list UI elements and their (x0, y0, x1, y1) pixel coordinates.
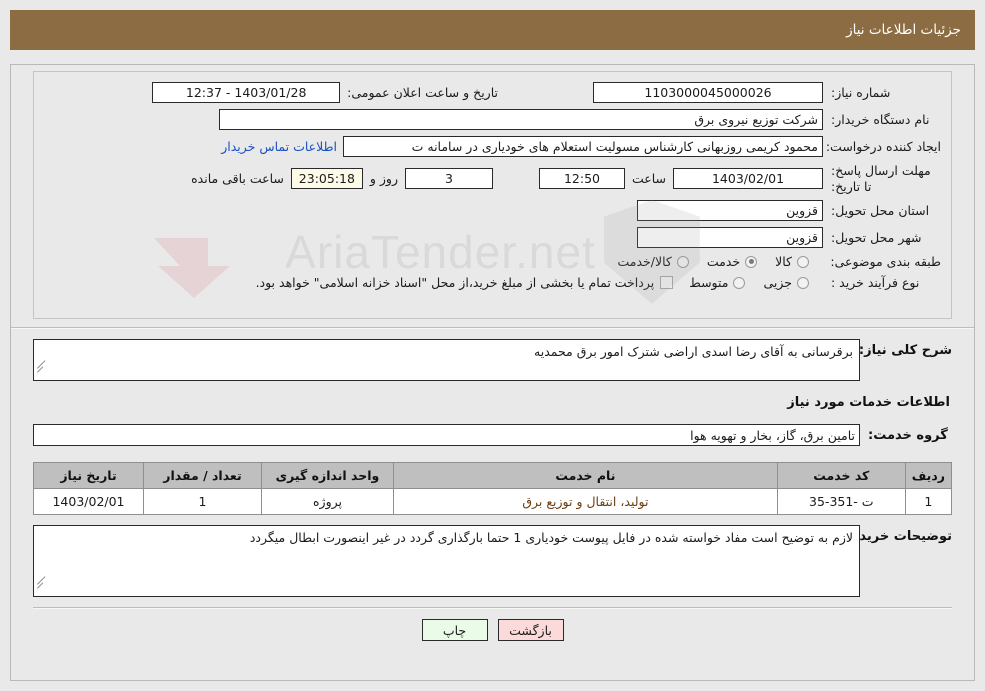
category-label: طبقه بندی موضوعی: (830, 254, 941, 270)
province-field[interactable]: قزوین (637, 200, 823, 222)
row-purchase-process: نوع فرآیند خرید : جزیی متوسط پرداخت تمام… (34, 275, 951, 290)
days-label: روز و (369, 171, 398, 187)
radio-kala-icon[interactable] (797, 255, 809, 268)
buyer-notes-label: توضیحات خریدار: (842, 529, 952, 544)
back-button[interactable]: بازگشت (497, 619, 564, 641)
radio-khedmat-icon[interactable] (745, 255, 758, 268)
th-quantity: تعداد / مقدار (143, 462, 262, 489)
th-row-no: ردیف (904, 462, 953, 489)
buyer-org-field[interactable]: شرکت توزیع نیروی برق (219, 109, 823, 130)
th-need-date: تاریخ نیاز (33, 462, 144, 489)
resize-grip-icon[interactable] (37, 360, 47, 378)
countdown-field[interactable]: 23:05:18 (290, 168, 363, 190)
category-label-kala: کالا (775, 254, 792, 270)
services-section-heading: اطلاعات خدمات مورد نیاز (787, 395, 950, 410)
treasury-bonds-checkbox[interactable] (660, 276, 674, 290)
page-root: AriaTender.net جزئیات اطلاعات نیاز شماره… (0, 0, 985, 691)
cell-need-date: 1403/02/01 (33, 488, 144, 515)
deadline-time-field[interactable]: 12:50 (538, 168, 625, 190)
buyer-notes-textarea[interactable]: لازم به توضیح است مفاد خواسته شده در فای… (33, 525, 860, 597)
creator-label: ایجاد کننده درخواست: (825, 139, 941, 154)
process-option-jozei[interactable]: جزیی (763, 275, 823, 290)
th-service-code: کد خدمت (776, 462, 906, 489)
description-textarea[interactable]: برقرسانی به آقای رضا اسدی اراضی شترک امو… (33, 339, 860, 381)
need-info-fieldset: شماره نیاز: 1103000045000026 تاریخ و ساع… (33, 71, 952, 319)
services-table: ردیف کد خدمت نام خدمت واحد اندازه گیری ت… (33, 462, 953, 515)
announce-date-label: تاریخ و ساعت اعلان عمومی: (347, 85, 498, 100)
category-option-kala[interactable]: کالا (775, 254, 823, 269)
print-button[interactable]: چاپ (421, 619, 488, 641)
page-title: جزئیات اطلاعات نیاز (846, 22, 961, 38)
row-general-description: شرح کلی نیاز: برقرسانی به آقای رضا اسدی … (33, 339, 952, 381)
row-buyer-notes: توضیحات خریدار: لازم به توضیح است مفاد خ… (33, 525, 952, 597)
row-need-number: شماره نیاز: 1103000045000026 تاریخ و ساع… (34, 82, 951, 103)
process-label: نوع فرآیند خرید : (831, 275, 920, 291)
service-group-label: گروه خدمت: (868, 427, 948, 443)
row-request-creator: ایجاد کننده درخواست: محمود کریمی روزبهان… (34, 136, 951, 157)
creator-field[interactable]: محمود کریمی روزبهانی کارشناس مسولیت استع… (343, 136, 823, 157)
row-response-deadline: مهلت ارسال پاسخ: تا تاریخ: 1403/02/01 سا… (34, 163, 951, 194)
need-number-label: شماره نیاز: (831, 85, 891, 100)
th-unit: واحد اندازه گیری (261, 462, 394, 489)
row-delivery-province: استان محل تحویل: قزوین (34, 200, 951, 222)
deadline-date-field[interactable]: 1403/02/01 (673, 168, 823, 190)
radio-kala-khedmat-icon[interactable] (676, 255, 689, 268)
need-number-field[interactable]: 1103000045000026 (593, 82, 823, 103)
description-label: شرح کلی نیاز: (858, 343, 952, 358)
lower-content: شرح کلی نیاز: برقرسانی به آقای رضا اسدی … (11, 339, 974, 641)
city-field[interactable]: قزوین (637, 227, 823, 249)
row-service-group: گروه خدمت: تامین برق، گاز، بخار و تهویه … (33, 424, 952, 446)
main-panel: شماره نیاز: 1103000045000026 تاریخ و ساع… (10, 64, 975, 681)
radio-jozei-icon[interactable] (797, 276, 809, 289)
city-label: شهر محل تحویل: (831, 230, 922, 246)
buyer-contact-link[interactable]: اطلاعات تماس خریدار (215, 139, 343, 154)
treasury-bonds-note: پرداخت تمام یا بخشی از مبلغ خرید،از محل … (255, 275, 655, 291)
category-option-kala-khedmat[interactable]: کالا/خدمت (617, 254, 702, 269)
process-label-motevaset: متوسط (689, 275, 729, 291)
buyer-org-label: نام دستگاه خریدار: (831, 112, 930, 127)
cell-quantity: 1 (143, 488, 262, 515)
buyer-notes-text: لازم به توضیح است مفاد خواسته شده در فای… (249, 530, 853, 545)
footer-button-bar: بازگشت چاپ (33, 609, 952, 641)
table-row[interactable]: 1 ت -351-35 تولید، انتقال و توزیع برق پر… (33, 488, 953, 515)
cell-service-name: تولید، انتقال و توزیع برق (393, 488, 778, 515)
province-label: استان محل تحویل: (831, 203, 930, 219)
service-group-field[interactable]: تامین برق، گاز، بخار و تهویه هوا (33, 424, 860, 446)
process-option-motevaset[interactable]: متوسط (689, 275, 759, 290)
resize-grip-icon-notes[interactable] (37, 576, 47, 594)
row-buyer-org: نام دستگاه خریدار: شرکت توزیع نیروی برق (34, 109, 951, 130)
deadline-label: مهلت ارسال پاسخ: تا تاریخ: (831, 163, 931, 194)
deadline-hour-label: ساعت (631, 171, 666, 187)
announce-date-field[interactable]: 1403/01/28 - 12:37 (152, 82, 341, 103)
process-label-jozei: جزیی (763, 275, 792, 291)
radio-motevaset-icon[interactable] (733, 276, 746, 289)
section-divider-top (11, 327, 974, 329)
th-service-name: نام خدمت (393, 462, 778, 489)
description-text: برقرسانی به آقای رضا اسدی اراضی شترک امو… (534, 344, 853, 359)
row-delivery-city: شهر محل تحویل: قزوین (34, 227, 951, 249)
cell-row-no: 1 (904, 488, 953, 515)
cell-unit: پروژه (261, 488, 394, 515)
category-label-kala-khedmat: کالا/خدمت (617, 254, 672, 270)
row-subject-category: طبقه بندی موضوعی: کالا خدمت کالا/خدمت (34, 254, 951, 269)
table-header-row: ردیف کد خدمت نام خدمت واحد اندازه گیری ت… (33, 462, 953, 489)
category-option-khedmat[interactable]: خدمت (707, 254, 771, 269)
remaining-days-field[interactable]: 3 (404, 168, 493, 190)
category-label-khedmat: خدمت (706, 254, 741, 270)
remaining-hours-label: ساعت باقی مانده (191, 171, 284, 187)
cell-service-code: ت -351-35 (776, 488, 906, 515)
window-title-bar: جزئیات اطلاعات نیاز (10, 10, 975, 50)
